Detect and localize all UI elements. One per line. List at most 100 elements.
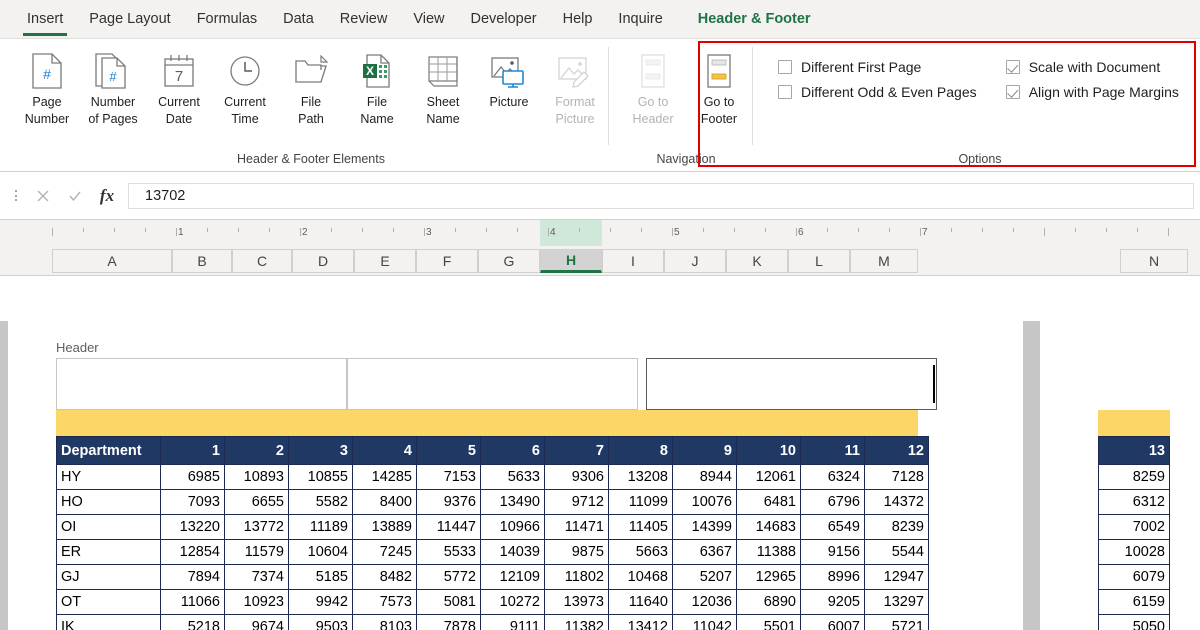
cell-value[interactable]: 6324 <box>800 464 865 490</box>
cell-value[interactable]: 6985 <box>160 464 225 490</box>
cell-value[interactable]: 6312 <box>1098 489 1170 515</box>
cell-value[interactable]: 14372 <box>864 489 929 515</box>
cell-value[interactable]: 11382 <box>544 614 609 630</box>
cell-value[interactable]: 8400 <box>352 489 417 515</box>
cell-value[interactable]: 14039 <box>480 539 545 565</box>
cancel-icon[interactable] <box>28 182 58 210</box>
cell-value[interactable]: 11189 <box>288 514 353 540</box>
column-header-I[interactable]: I <box>602 249 664 273</box>
cell-department[interactable]: ER <box>56 539 161 565</box>
cell-value[interactable]: 13973 <box>544 589 609 615</box>
header-box-left[interactable] <box>56 358 347 410</box>
ribbon-tab-inquire[interactable]: Inquire <box>605 0 675 39</box>
cell-value[interactable]: 7093 <box>160 489 225 515</box>
cell-value[interactable]: 9942 <box>288 589 353 615</box>
column-header-F[interactable]: F <box>416 249 478 273</box>
cell-value[interactable]: 13490 <box>480 489 545 515</box>
sheet-name-button[interactable]: Sheet Name <box>410 45 476 127</box>
cell-value[interactable]: 11640 <box>608 589 673 615</box>
cell-value[interactable]: 12061 <box>736 464 801 490</box>
column-header-A[interactable]: A <box>52 249 172 273</box>
cell-value[interactable]: 5772 <box>416 564 481 590</box>
cell-value[interactable]: 11099 <box>608 489 673 515</box>
ribbon-tab-developer[interactable]: Developer <box>458 0 550 39</box>
option-scale-with-document[interactable]: Scale with Document <box>1005 59 1190 75</box>
cell-value[interactable]: 5533 <box>416 539 481 565</box>
cell-value[interactable]: 6796 <box>800 489 865 515</box>
cell-value[interactable]: 12109 <box>480 564 545 590</box>
cell-value[interactable]: 11388 <box>736 539 801 565</box>
ribbon-tab-formulas[interactable]: Formulas <box>184 0 270 39</box>
cell-value[interactable]: 14285 <box>352 464 417 490</box>
cell-value[interactable]: 9111 <box>480 614 545 630</box>
cell-value[interactable]: 12947 <box>864 564 929 590</box>
column-header-G[interactable]: G <box>478 249 540 273</box>
cell-value[interactable]: 5501 <box>736 614 801 630</box>
ribbon-tab-insert[interactable]: Insert <box>14 0 76 39</box>
go-to-footer-button[interactable]: Go to Footer <box>686 45 752 127</box>
cell-value[interactable]: 5633 <box>480 464 545 490</box>
cell-value[interactable]: 8944 <box>672 464 737 490</box>
cell-value[interactable]: 8482 <box>352 564 417 590</box>
cell-value[interactable]: 5081 <box>416 589 481 615</box>
ribbon-tab-help[interactable]: Help <box>550 0 606 39</box>
number-of-pages-button[interactable]: # Number of Pages <box>80 45 146 127</box>
cell-value[interactable]: 7894 <box>160 564 225 590</box>
cell-department[interactable]: IK <box>56 614 161 630</box>
insert-function-icon[interactable]: fx <box>92 182 122 210</box>
cell-department[interactable]: GJ <box>56 564 161 590</box>
cell-value[interactable]: 14683 <box>736 514 801 540</box>
cell-value[interactable]: 6007 <box>800 614 865 630</box>
cell-value[interactable]: 14399 <box>672 514 737 540</box>
cell-value[interactable]: 9205 <box>800 589 865 615</box>
cell-value[interactable]: 10923 <box>224 589 289 615</box>
cell-value[interactable]: 13889 <box>352 514 417 540</box>
cell-value[interactable]: 10272 <box>480 589 545 615</box>
cell-value[interactable]: 11447 <box>416 514 481 540</box>
cell-value[interactable]: 8239 <box>864 514 929 540</box>
cell-value[interactable]: 9712 <box>544 489 609 515</box>
cell-value[interactable]: 9674 <box>224 614 289 630</box>
cell-department[interactable]: HO <box>56 489 161 515</box>
checkbox-icon[interactable] <box>1005 60 1020 74</box>
column-header-N[interactable]: N <box>1120 249 1188 273</box>
current-date-button[interactable]: 7 Current Date <box>146 45 212 127</box>
header-box-center[interactable] <box>347 358 638 410</box>
cell-value[interactable]: 7374 <box>224 564 289 590</box>
current-time-button[interactable]: Current Time <box>212 45 278 127</box>
column-header-L[interactable]: L <box>788 249 850 273</box>
cell-value[interactable]: 13220 <box>160 514 225 540</box>
cell-value[interactable]: 9503 <box>288 614 353 630</box>
file-name-button[interactable]: X File Name <box>344 45 410 127</box>
more-options-icon[interactable] <box>8 190 24 201</box>
cell-value[interactable]: 6890 <box>736 589 801 615</box>
picture-button[interactable]: Picture <box>476 45 542 112</box>
cell-value[interactable]: 5050 <box>1098 614 1170 630</box>
column-header-B[interactable]: B <box>172 249 232 273</box>
ribbon-tab-view[interactable]: View <box>400 0 457 39</box>
confirm-icon[interactable] <box>60 182 90 210</box>
checkbox-icon[interactable] <box>1005 85 1020 99</box>
cell-value[interactable]: 11066 <box>160 589 225 615</box>
column-header-C[interactable]: C <box>232 249 292 273</box>
cell-department[interactable]: OI <box>56 514 161 540</box>
cell-value[interactable]: 6655 <box>224 489 289 515</box>
ribbon-tab-page-layout[interactable]: Page Layout <box>76 0 183 39</box>
cell-value[interactable]: 5185 <box>288 564 353 590</box>
column-header-D[interactable]: D <box>292 249 354 273</box>
header-box-right[interactable] <box>646 358 937 410</box>
cell-value[interactable]: 11579 <box>224 539 289 565</box>
ribbon-tab-review[interactable]: Review <box>327 0 401 39</box>
cell-value[interactable]: 6079 <box>1098 564 1170 590</box>
cell-value[interactable]: 7878 <box>416 614 481 630</box>
cell-value[interactable]: 5218 <box>160 614 225 630</box>
cell-department[interactable]: HY <box>56 464 161 490</box>
cell-department[interactable]: OT <box>56 589 161 615</box>
cell-value[interactable]: 7002 <box>1098 514 1170 540</box>
cell-value[interactable]: 10855 <box>288 464 353 490</box>
cell-value[interactable]: 9376 <box>416 489 481 515</box>
cell-value[interactable]: 9875 <box>544 539 609 565</box>
cell-value[interactable]: 11405 <box>608 514 673 540</box>
cell-value[interactable]: 13208 <box>608 464 673 490</box>
cell-value[interactable]: 7573 <box>352 589 417 615</box>
